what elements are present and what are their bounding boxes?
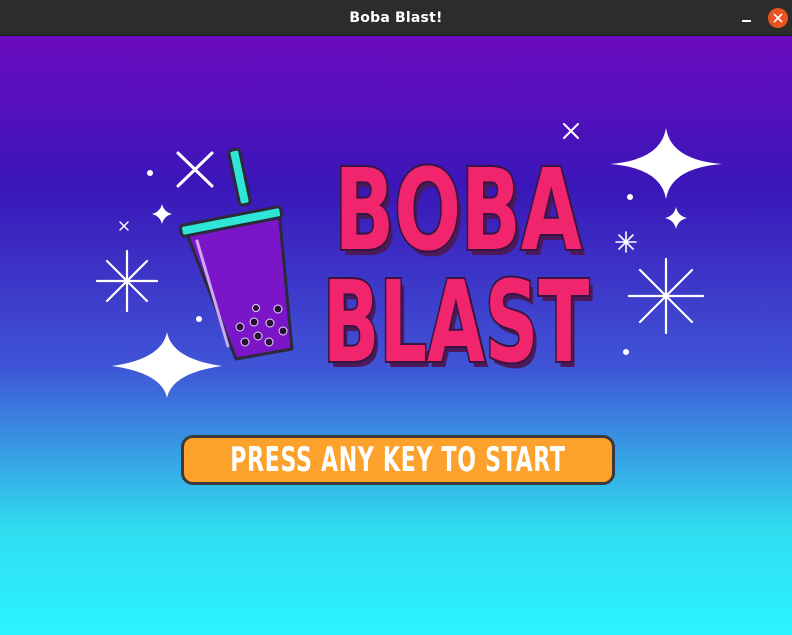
sparkle-icon	[623, 349, 629, 355]
sparkle-icon	[615, 231, 637, 253]
minimize-button[interactable]	[736, 8, 756, 28]
sparkle-icon	[147, 170, 153, 176]
boba-drink-icon	[179, 147, 294, 361]
minimize-icon	[741, 20, 751, 22]
game-canvas[interactable]: BOBA BOBA BLAST BLAST PRESS ANY KEY TO S…	[0, 36, 792, 635]
sparkle-icon	[610, 128, 722, 199]
sparkle-icon	[665, 207, 687, 229]
title-art: BOBA BOBA BLAST BLAST	[95, 123, 722, 398]
sparkle-icon	[196, 316, 202, 322]
close-button[interactable]	[768, 8, 788, 28]
sparkle-icon	[112, 332, 222, 398]
close-icon	[773, 13, 783, 23]
start-button-label: PRESS ANY KEY TO START	[230, 440, 566, 480]
window-title: Boba Blast!	[349, 9, 443, 26]
game-window: Boba Blast! BOBA BOBA BLAST BLAST PRESS …	[0, 0, 792, 635]
title-bar: Boba Blast!	[0, 0, 792, 36]
sparkle-icon	[627, 194, 633, 200]
sparkle-icon	[176, 151, 214, 188]
logo-line2: BLAST	[323, 259, 590, 389]
sparkle-icon	[563, 123, 579, 139]
sparkle-icon	[627, 257, 705, 335]
logo-line1: BOBA	[334, 145, 581, 275]
sparkle-icon	[152, 204, 172, 224]
start-button[interactable]: PRESS ANY KEY TO START	[181, 435, 615, 485]
sparkle-icon	[95, 249, 159, 313]
sparkle-icon	[119, 221, 129, 231]
